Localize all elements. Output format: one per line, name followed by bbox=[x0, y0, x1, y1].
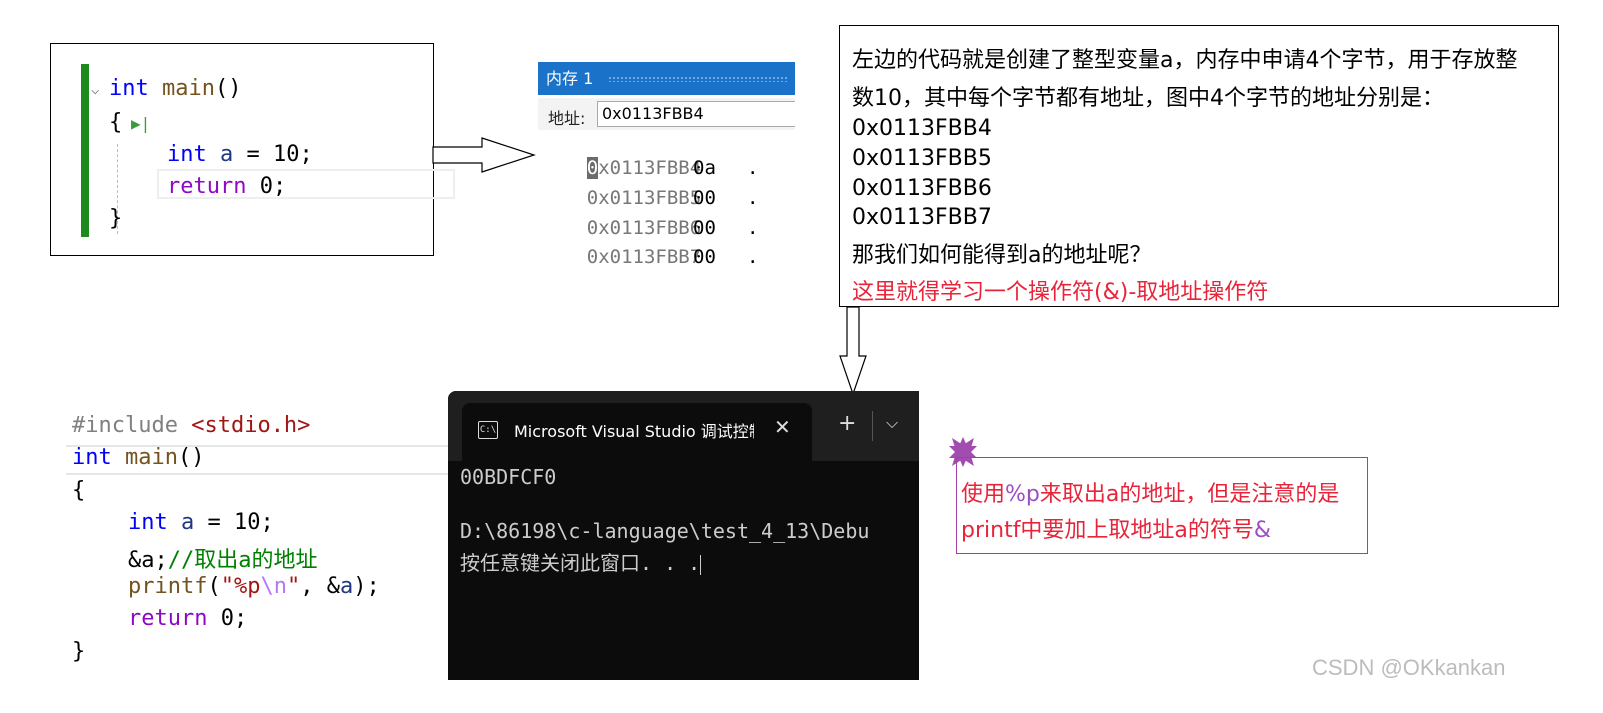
explanation-address-2: 0x0113FBB5 bbox=[852, 146, 992, 171]
explanation-address-3: 0x0113FBB6 bbox=[852, 176, 992, 201]
code-line-close-brace: } bbox=[72, 639, 86, 664]
terminal-tab[interactable]: C:\ Microsoft Visual Studio 调试控制台 ✕ bbox=[462, 403, 812, 461]
chevron-down-icon[interactable]: ⌵ bbox=[886, 413, 898, 433]
terminal-tab-title: Microsoft Visual Studio 调试控制台 bbox=[514, 422, 754, 441]
address-label: 地址: bbox=[548, 109, 586, 128]
right-arrow-icon bbox=[432, 137, 536, 173]
explanation-address-1: 0x0113FBB4 bbox=[852, 116, 992, 141]
code-line-close-brace: } bbox=[109, 206, 123, 231]
address-bar: 地址: 0x0113FBB4 bbox=[538, 98, 795, 130]
code-line-main: int main() bbox=[72, 445, 205, 470]
debug-console-window: C:\ Microsoft Visual Studio 调试控制台 ✕ + ⌵ … bbox=[448, 391, 919, 680]
memory-window: 内存 1 地址: 0x0113FBB4 0x0113FBB4 0a. 0x0113… bbox=[538, 62, 795, 272]
code-line-declare: int a = 10; bbox=[128, 510, 274, 535]
note-box: 使用%p来取出a的地址，但是注意的是 printf中要加上取地址a的符号& bbox=[956, 457, 1368, 554]
code-line-main: int main() bbox=[109, 76, 242, 101]
memory-value: 00 bbox=[693, 246, 716, 268]
explanation-highlight: 这里就得学习一个操作符(&)-取地址操作符 bbox=[852, 280, 1269, 305]
code-line-include: #include <stdio.h> bbox=[72, 413, 311, 438]
console-output-path: D:\86198\c-language\test_4_13\Debu bbox=[460, 519, 870, 543]
watermark: CSDN @OKkankan bbox=[1312, 655, 1506, 680]
explanation-question: 那我们如何能得到a的地址呢？ bbox=[852, 243, 1152, 268]
note-line-2: printf中要加上取地址a的符号& bbox=[961, 518, 1272, 543]
explanation-line-2: 数10，其中每个字节都有地址，图中4个字节的地址分别是： bbox=[852, 86, 1444, 111]
console-icon: C:\ bbox=[478, 421, 498, 439]
memory-char: . bbox=[747, 217, 759, 239]
explanation-address-4: 0x0113FBB7 bbox=[852, 205, 992, 230]
explanation-box: 左边的代码就是创建了整型变量a，内存中申请4个字节，用于存放整 数10，其中每个… bbox=[839, 25, 1559, 307]
tab-separator bbox=[872, 411, 873, 441]
changed-lines-gutter bbox=[81, 64, 89, 237]
note-line-1: 使用%p来取出a的地址，但是注意的是 bbox=[961, 482, 1340, 507]
collapse-chevron-icon[interactable]: ⌵ bbox=[91, 82, 99, 98]
memory-address: 0x0113FBB7 bbox=[586, 246, 702, 268]
code-editor-bottom: #include <stdio.h> int main() { int a = … bbox=[60, 405, 450, 680]
code-line-open-brace: { bbox=[72, 478, 86, 503]
run-to-cursor-icon[interactable]: ▶| bbox=[131, 114, 150, 133]
console-output-prompt: 按任意键关闭此窗口. . . bbox=[460, 551, 702, 575]
code-line-return: return 0; bbox=[128, 606, 248, 631]
memory-window-title: 内存 1 bbox=[546, 69, 594, 88]
code-editor-top: ⌵ int main() { ▶| int a = 10; return 0; … bbox=[50, 43, 455, 256]
code-line-open-brace: { bbox=[109, 110, 123, 135]
code-line-address-of: &a;//取出a的地址 bbox=[128, 548, 318, 573]
down-arrow-icon bbox=[839, 306, 867, 396]
memory-row[interactable]: 0x0113FBB7 00. bbox=[541, 224, 759, 290]
close-icon[interactable]: ✕ bbox=[774, 415, 791, 439]
memory-char: . bbox=[747, 157, 759, 179]
code-line-declare: int a = 10; bbox=[167, 142, 313, 167]
console-output-address: 00BDFCF0 bbox=[460, 465, 557, 489]
memory-window-title-bar[interactable]: 内存 1 bbox=[538, 62, 795, 95]
drag-grip[interactable] bbox=[608, 76, 788, 82]
memory-char: . bbox=[747, 246, 759, 268]
address-input[interactable]: 0x0113FBB4 bbox=[597, 101, 795, 127]
memory-char: . bbox=[747, 187, 759, 209]
code-line-printf: printf("%p\n", &a); bbox=[128, 574, 380, 599]
code-line-return: return 0; bbox=[167, 174, 287, 199]
explanation-line-1: 左边的代码就是创建了整型变量a，内存中申请4个字节，用于存放整 bbox=[852, 48, 1518, 73]
terminal-tab-bar: C:\ Microsoft Visual Studio 调试控制台 ✕ + ⌵ bbox=[448, 391, 919, 461]
new-tab-plus-icon[interactable]: + bbox=[838, 411, 856, 436]
